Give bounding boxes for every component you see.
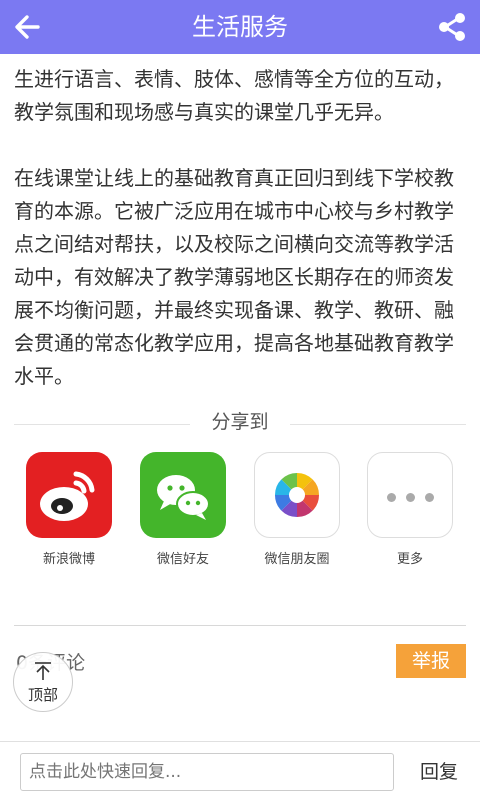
quick-reply-input[interactable] bbox=[20, 753, 394, 791]
wechat-icon bbox=[140, 452, 226, 538]
share-label-wechat: 微信好友 bbox=[156, 552, 209, 567]
header-bar: 生活服务 bbox=[0, 0, 480, 54]
share-moments[interactable]: 微信朋友圈 bbox=[253, 452, 341, 567]
article-paragraph: 在线课堂让线上的基础教育真正回归到线下学校教育的本源。它被广泛应用在城市中心校与… bbox=[14, 166, 454, 388]
comment-divider bbox=[14, 625, 466, 626]
share-label-more: 更多 bbox=[396, 552, 423, 567]
page-title: 生活服务 bbox=[192, 13, 288, 41]
moments-icon bbox=[254, 452, 340, 538]
share-weibo[interactable]: 新浪微博 bbox=[25, 452, 113, 567]
share-wechat[interactable]: 微信好友 bbox=[139, 452, 227, 567]
back-to-top-button[interactable]: 顶部 bbox=[13, 652, 73, 712]
weibo-icon bbox=[26, 452, 112, 538]
back-to-top-label: 顶部 bbox=[27, 686, 58, 704]
share-label: 分享到 bbox=[190, 406, 290, 438]
share-label-moments: 微信朋友圈 bbox=[264, 552, 330, 567]
reply-button[interactable]: 回复 bbox=[420, 755, 458, 789]
article-paragraph: 生进行语言、表情、肢体、感情等全方位的互动，教学氛围和现场感与真实的课堂几乎无异… bbox=[14, 67, 454, 124]
more-icon bbox=[367, 452, 453, 538]
share-more[interactable]: 更多 bbox=[366, 452, 454, 567]
article-body: 生进行语言、表情、肢体、感情等全方位的互动，教学氛围和现场感与真实的课堂几乎无异… bbox=[14, 63, 470, 393]
arrow-up-icon bbox=[32, 661, 54, 681]
share-icon[interactable] bbox=[436, 11, 468, 43]
reply-bar: 回复 bbox=[0, 741, 480, 801]
report-button[interactable]: 举报 bbox=[396, 644, 466, 678]
share-label-weibo: 新浪微博 bbox=[42, 552, 95, 567]
